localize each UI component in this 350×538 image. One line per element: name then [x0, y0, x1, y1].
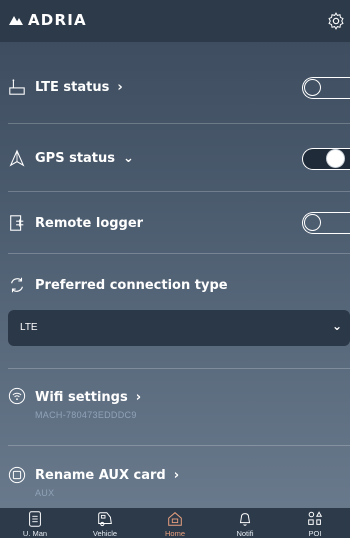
- brand-name: ADRIA: [28, 11, 87, 29]
- gps-status-label: GPS status ⌄: [35, 151, 134, 166]
- manual-icon: [29, 511, 41, 527]
- connection-type-select[interactable]: LTE ⌄: [8, 310, 350, 346]
- lte-status-toggle[interactable]: [302, 77, 350, 99]
- vehicle-icon: [98, 512, 112, 527]
- nav-item-vehicle[interactable]: Vehicle: [75, 508, 135, 538]
- router-icon: [9, 79, 25, 95]
- app-header: ADRIA: [0, 0, 350, 42]
- bottom-nav: U. Man Vehicle Home Notifi POI: [0, 508, 350, 538]
- brand-logo: ADRIA: [8, 11, 87, 29]
- lte-status-label: LTE status ›: [35, 80, 123, 95]
- wifi-settings-label: Wifi settings ›: [35, 390, 142, 405]
- aux-card-name: AUX: [35, 488, 55, 498]
- nav-label: U. Man: [22, 529, 48, 538]
- nav-label: POI: [308, 529, 322, 538]
- nav-label: Vehicle: [92, 529, 118, 538]
- nav-item-poi[interactable]: POI: [285, 508, 345, 538]
- logger-icon: [10, 215, 24, 231]
- preferred-connection-row: Preferred connection type: [0, 254, 350, 310]
- wifi-settings-row[interactable]: Wifi settings › MACH-780473EDDDC9: [0, 356, 350, 446]
- toggle-knob: [304, 214, 321, 231]
- toggle-knob: [304, 79, 321, 96]
- remote-logger-row[interactable]: Remote logger: [0, 192, 350, 254]
- lte-status-row[interactable]: LTE status ›: [0, 52, 350, 124]
- nav-item-user-manual[interactable]: U. Man: [5, 508, 65, 538]
- preferred-connection-label: Preferred connection type: [35, 278, 228, 293]
- divider: [8, 368, 350, 369]
- gps-status-toggle[interactable]: [302, 148, 350, 170]
- select-value: LTE: [20, 322, 38, 333]
- satellite-icon: [9, 149, 25, 167]
- chevron-right-icon: ›: [117, 80, 123, 95]
- nav-item-notifications[interactable]: Notifi: [215, 508, 275, 538]
- chevron-down-icon: ⌄: [123, 151, 134, 166]
- wifi-network-name: MACH-780473EDDDC9: [35, 410, 137, 420]
- chevron-down-icon: ⌄: [331, 319, 342, 333]
- chevron-right-icon: ›: [173, 468, 180, 483]
- remote-logger-toggle[interactable]: [302, 212, 350, 234]
- wifi-icon: [8, 387, 26, 405]
- home-icon: [168, 512, 182, 526]
- adria-logo-icon: [9, 16, 23, 25]
- sync-icon: [11, 277, 23, 293]
- rename-aux-label: Rename AUX card ›: [35, 468, 180, 483]
- gps-status-row[interactable]: GPS status ⌄: [0, 124, 350, 192]
- gear-icon[interactable]: [326, 11, 346, 31]
- nav-label: Home: [164, 529, 185, 538]
- nav-label: Notifi: [236, 529, 254, 538]
- bell-icon: [239, 513, 251, 526]
- rename-aux-row[interactable]: Rename AUX card › AUX: [0, 446, 350, 508]
- remote-logger-label: Remote logger: [35, 216, 144, 231]
- nav-item-home[interactable]: Home: [145, 508, 205, 538]
- chevron-right-icon: ›: [135, 390, 142, 405]
- poi-icon: [308, 511, 323, 525]
- card-icon: [8, 466, 26, 484]
- toggle-knob: [327, 150, 344, 167]
